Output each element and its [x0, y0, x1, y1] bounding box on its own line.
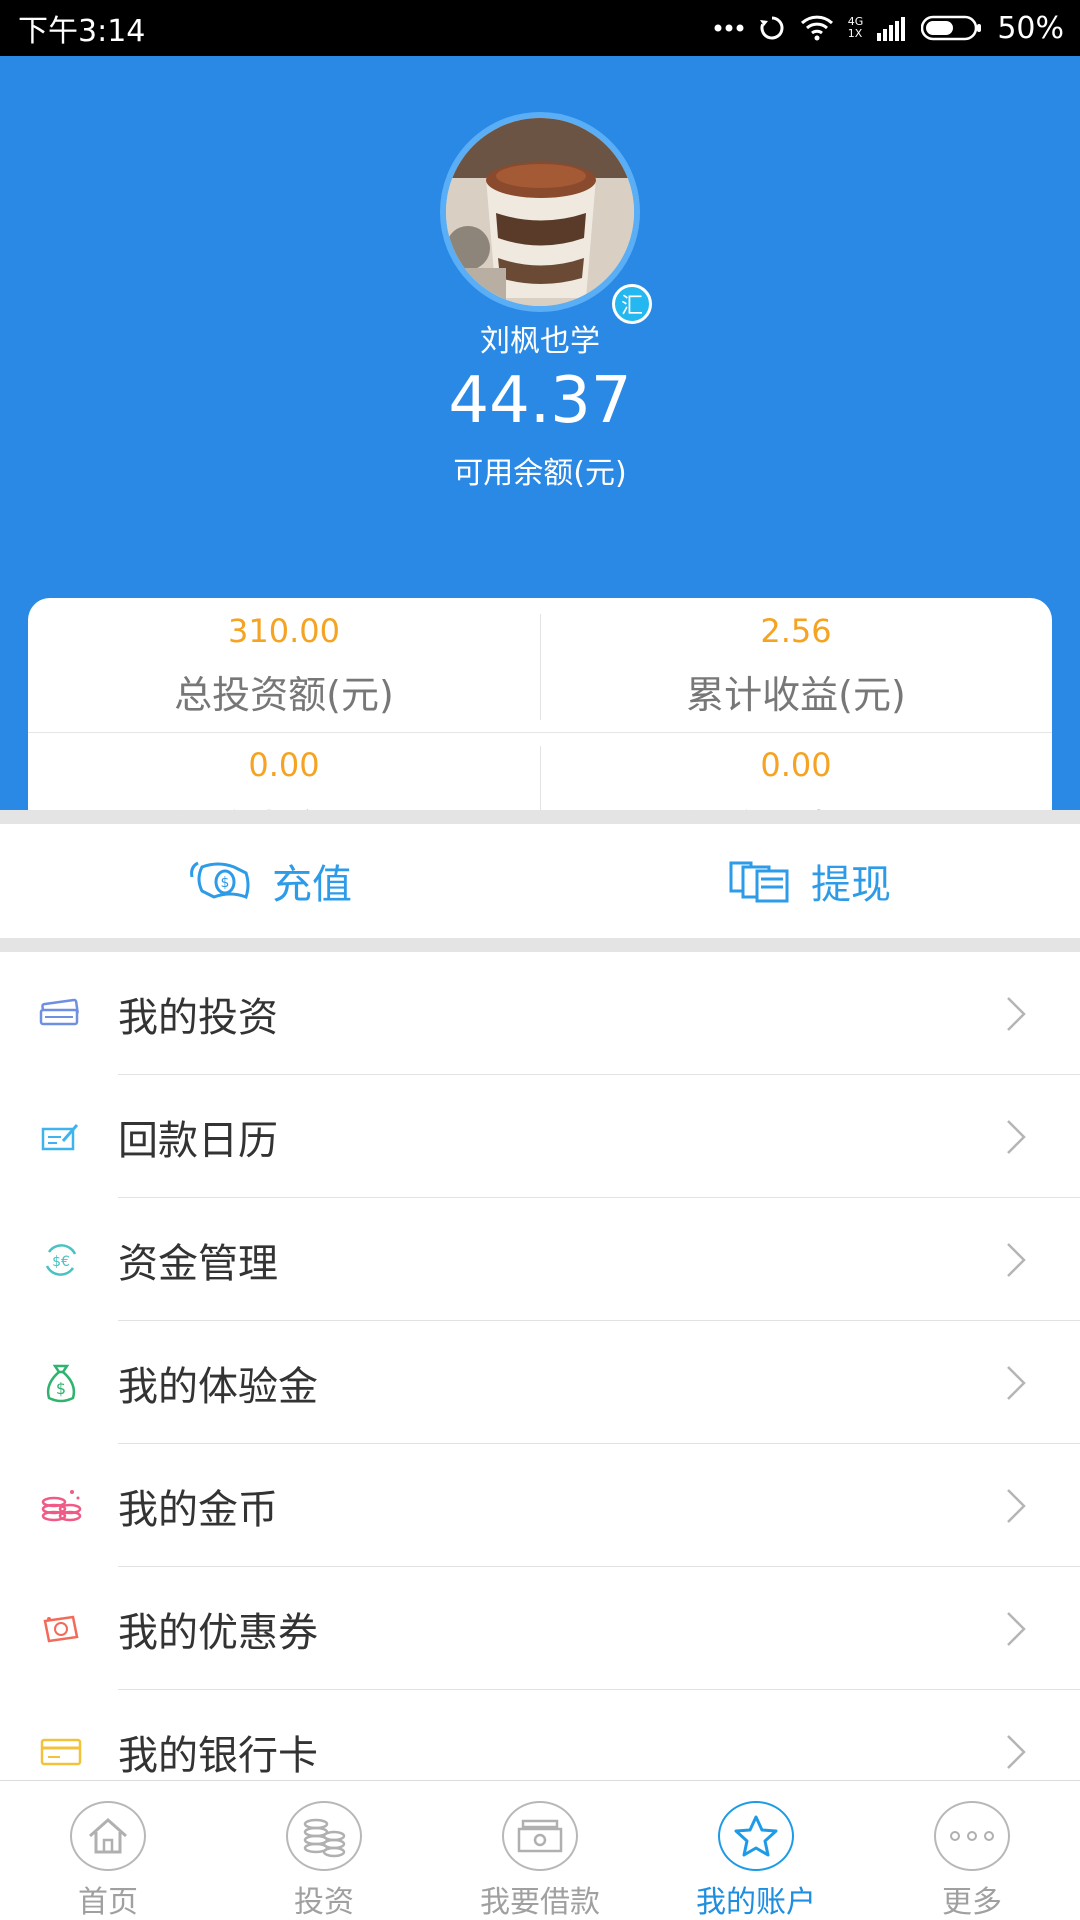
svg-text:$: $: [56, 1379, 66, 1398]
battery-percent: 50%: [997, 10, 1064, 46]
stat-label: 总投资额(元): [174, 673, 394, 717]
nav-my-account[interactable]: 我的账户: [648, 1781, 864, 1920]
dessert-photo: [446, 118, 634, 306]
avatar-container[interactable]: 汇: [440, 112, 652, 324]
menu-item-label: 我的金币: [118, 1486, 278, 1533]
account-menu: 我的投资 回款日历 $€ 资金管理 $ 我的体验金 我的金币 我的优惠券 我的银…: [0, 952, 1080, 1813]
stat-label: 累计收益(元): [686, 673, 906, 717]
menu-item-gold-coins[interactable]: 我的金币: [0, 1444, 1080, 1567]
wifi-icon: [800, 15, 833, 41]
coins-stack-icon: [38, 1483, 84, 1529]
status-bar: 下午3:14 4G 1X 50%: [0, 0, 1080, 56]
signal-icon-1: [877, 17, 906, 41]
nav-label: 我的账户: [696, 1885, 816, 1920]
bank-card-icon: [38, 1729, 84, 1775]
chevron-right-icon: [1007, 1611, 1026, 1646]
network-type: 4G 1X: [847, 15, 864, 40]
action-bar: $ 充值 提现: [0, 824, 1080, 938]
money-bag-icon: $: [38, 1360, 84, 1406]
username: 刘枫也学: [480, 324, 600, 359]
chevron-right-icon: [1007, 1242, 1026, 1277]
divider: [540, 614, 541, 720]
chevron-right-icon: [1007, 1119, 1026, 1154]
withdraw-label: 提现: [811, 862, 891, 908]
sync-icon: [759, 16, 784, 40]
menu-item-label: 我的投资: [118, 994, 278, 1041]
star-icon: [718, 1801, 794, 1871]
money-exchange-icon: $€: [38, 1237, 84, 1283]
nav-home[interactable]: 首页: [0, 1781, 216, 1920]
nav-borrow[interactable]: 我要借款: [432, 1781, 648, 1920]
bottom-nav: 首页 投资 我要借款 我的账户 更多: [0, 1780, 1080, 1920]
available-balance-label: 可用余额(元): [453, 456, 627, 491]
home-icon: [70, 1801, 146, 1871]
withdraw-button[interactable]: 提现: [540, 824, 1080, 938]
svg-text:$€: $€: [52, 1254, 70, 1270]
stat-cumulative-earnings[interactable]: 2.56 累计收益(元): [540, 612, 1052, 719]
account-header: 汇 刘枫也学 44.37 可用余额(元) 310.00 总投资额(元) 2.56…: [0, 56, 1080, 866]
menu-item-label: 回款日历: [118, 1117, 278, 1164]
more-dots-icon: [934, 1801, 1010, 1871]
svg-text:$: $: [221, 875, 230, 891]
nav-label: 更多: [942, 1885, 1002, 1920]
chevron-right-icon: [1007, 1365, 1026, 1400]
cards-icon: [38, 991, 84, 1037]
menu-item-repayment-calendar[interactable]: 回款日历: [0, 1075, 1080, 1198]
nav-label: 投资: [294, 1885, 354, 1920]
section-separator: [0, 938, 1080, 952]
divider: [28, 732, 1052, 733]
menu-item-my-investments[interactable]: 我的投资: [0, 952, 1080, 1075]
battery-icon: [921, 15, 982, 41]
withdraw-icon: [729, 861, 789, 903]
chevron-right-icon: [1007, 1488, 1026, 1523]
menu-item-label: 我的优惠券: [118, 1609, 318, 1656]
stat-total-investment[interactable]: 310.00 总投资额(元): [28, 612, 540, 719]
nav-invest[interactable]: 投资: [216, 1781, 432, 1920]
menu-item-trial-funds[interactable]: $ 我的体验金: [0, 1321, 1080, 1444]
recharge-button[interactable]: $ 充值: [0, 824, 540, 938]
menu-item-label: 我的体验金: [118, 1363, 318, 1410]
calendar-pen-icon: [38, 1114, 84, 1160]
recharge-label: 充值: [272, 862, 352, 908]
menu-item-label: 资金管理: [118, 1240, 278, 1287]
recharge-icon: $: [190, 861, 250, 899]
cash-icon: [502, 1801, 578, 1871]
stat-value: 310.00: [228, 612, 340, 650]
nav-label: 首页: [78, 1885, 138, 1920]
stat-value: 2.56: [760, 612, 832, 650]
status-icons: 4G 1X 50%: [714, 11, 1064, 46]
stat-value: 0.00: [760, 746, 832, 784]
menu-item-fund-management[interactable]: $€ 资金管理: [0, 1198, 1080, 1321]
stat-value: 0.00: [248, 746, 320, 784]
available-balance: 44.37: [448, 364, 632, 438]
coupon-icon: [38, 1606, 84, 1652]
coins-icon: [286, 1801, 362, 1871]
menu-item-label: 我的银行卡: [118, 1732, 318, 1779]
chevron-right-icon: [1007, 1734, 1026, 1769]
menu-item-coupons[interactable]: 我的优惠券: [0, 1567, 1080, 1690]
nav-label: 我要借款: [480, 1885, 600, 1920]
section-separator: [0, 810, 1080, 824]
nav-more[interactable]: 更多: [864, 1781, 1080, 1920]
chevron-right-icon: [1007, 996, 1026, 1031]
status-time: 下午3:14: [18, 14, 146, 49]
more-dots-status-icon: [714, 24, 744, 32]
avatar[interactable]: [440, 112, 640, 312]
